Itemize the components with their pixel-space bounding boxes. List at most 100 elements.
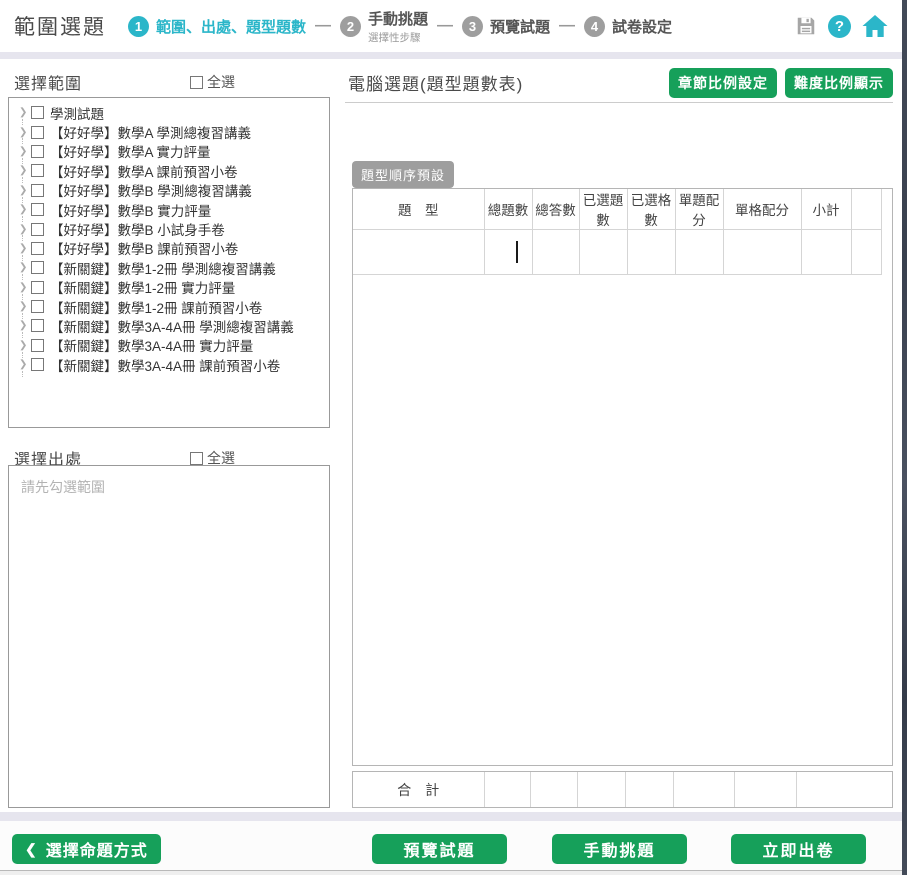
item-label: 【好好學】數學B 學測總複習講義 [50,180,252,200]
item-checkbox[interactable] [31,261,44,274]
expand-chevron-icon[interactable]: ❯ [19,320,31,331]
item-checkbox[interactable] [31,319,44,332]
back-button-label: 選擇命題方式 [46,837,148,861]
tree-item[interactable]: ❯ 【好好學】數學B 小試身手卷 [9,219,329,238]
item-label: 【新關鍵】數學1-2冊 學測總複習講義 [50,258,276,278]
item-checkbox[interactable] [31,281,44,294]
tree-item[interactable]: ❯ 【好好學】數學A 課前預習小卷 [9,161,329,180]
question-type-table: 題 型總題數總答數已選題數已選格數單題配分單格配分小計 [353,189,882,275]
tree-item[interactable]: ❯ 學測試題 [9,103,329,122]
data-cell-question-type[interactable] [353,230,484,275]
step-nav: 1 範圍、出處、題型題數 — 2 手動挑題 選擇性步驟 — 3 預覽試題 — 4… [128,8,672,45]
tree-item[interactable]: ❯ 【新關鍵】數學1-2冊 實力評量 [9,278,329,297]
expand-chevron-icon[interactable]: ❯ [19,301,31,312]
home-icon[interactable] [862,14,888,38]
header-icon-group: ? [795,14,888,38]
step-4-paper-settings[interactable]: 4 試卷設定 [584,16,672,37]
range-select-all[interactable]: 全選 [190,72,235,92]
expand-chevron-icon[interactable]: ❯ [19,224,31,235]
data-cell-points-per-question[interactable] [675,230,723,275]
back-chevron-icon: ❮ [25,841,38,858]
preview-questions-button[interactable]: 預覽試題 [372,834,507,864]
step-2-manual-pick[interactable]: 2 手動挑題 選擇性步驟 [340,8,428,45]
tree-item[interactable]: ❯ 【好好學】數學B 課前預習小卷 [9,239,329,258]
step-4-label: 試卷設定 [612,16,672,37]
item-checkbox[interactable] [31,300,44,313]
item-checkbox[interactable] [31,106,44,119]
data-cell-selected-blanks[interactable] [627,230,675,275]
step-1-range[interactable]: 1 範圍、出處、題型題數 [128,16,306,37]
data-cell-selected-questions[interactable] [579,230,627,275]
step-3-preview[interactable]: 3 預覽試題 [462,16,550,37]
item-label: 【新關鍵】數學3A-4A冊 實力評量 [50,335,253,355]
total-row: 合 計 [353,772,892,807]
source-placeholder-text: 請先勾選範圍 [9,466,329,508]
range-list-panel: ❯ 學測試題 ❯ 【好好學】數學A 學測總複習講義 ❯ 【好好學】數學A 實力評… [8,97,330,428]
create-exam-button[interactable]: 立即出卷 [731,834,866,864]
computer-selection-title: 電腦選題(題型題數表) [348,70,523,95]
total-cell [673,772,734,807]
tree-item[interactable]: ❯ 【好好學】數學A 實力評量 [9,142,329,161]
table-header-cell: 總答數 [532,189,579,230]
data-cell-total-answers[interactable] [532,230,579,275]
tree-item[interactable]: ❯ 【新關鍵】數學3A-4A冊 實力評量 [9,336,329,355]
range-select-all-checkbox[interactable] [190,76,203,89]
total-row-panel: 合 計 [352,771,893,808]
tree-item[interactable]: ❯ 【好好學】數學A 學測總複習講義 [9,122,329,141]
item-label: 【新關鍵】數學3A-4A冊 課前預習小卷 [50,355,280,375]
expand-chevron-icon[interactable]: ❯ [19,243,31,254]
table-header-cell: 已選格數 [627,189,675,230]
page-title: 範圍選題 [14,11,106,41]
item-checkbox[interactable] [31,184,44,197]
table-header-cell: 單題配分 [675,189,723,230]
difficulty-ratio-button[interactable]: 難度比例顯示 [785,68,893,98]
step-divider: — [315,17,331,35]
item-checkbox[interactable] [31,242,44,255]
expand-chevron-icon[interactable]: ❯ [19,185,31,196]
tree-item[interactable]: ❯ 【新關鍵】數學3A-4A冊 課前預習小卷 [9,355,329,374]
bottom-edge [0,871,902,875]
data-cell-total-questions[interactable] [484,230,532,275]
top-header: 範圍選題 1 範圍、出處、題型題數 — 2 手動挑題 選擇性步驟 — 3 預覽試… [0,0,902,52]
tree-item[interactable]: ❯ 【新關鍵】數學1-2冊 課前預習小卷 [9,297,329,316]
item-checkbox[interactable] [31,358,44,371]
tree-item[interactable]: ❯ 【新關鍵】數學1-2冊 學測總複習講義 [9,258,329,277]
back-to-method-button[interactable]: ❮ 選擇命題方式 [12,834,161,864]
item-checkbox[interactable] [31,126,44,139]
data-cell-points-per-blank[interactable] [723,230,801,275]
source-select-all-checkbox[interactable] [190,452,203,465]
expand-chevron-icon[interactable]: ❯ [19,262,31,273]
item-checkbox[interactable] [31,164,44,177]
chapter-ratio-button[interactable]: 章節比例設定 [669,68,777,98]
help-icon[interactable]: ? [828,15,851,38]
table-header-row: 題 型總題數總答數已選題數已選格數單題配分單格配分小計 [353,189,881,230]
expand-chevron-icon[interactable]: ❯ [19,127,31,138]
total-cell [530,772,577,807]
expand-chevron-icon[interactable]: ❯ [19,204,31,215]
range-heading: 選擇範圍 [14,70,82,94]
item-checkbox[interactable] [31,223,44,236]
right-panel-divider [345,102,893,103]
item-checkbox[interactable] [31,203,44,216]
save-icon[interactable] [795,15,817,37]
tree-item[interactable]: ❯ 【好好學】數學B 實力評量 [9,200,329,219]
item-label: 【新關鍵】數學1-2冊 課前預習小卷 [50,297,262,317]
item-checkbox[interactable] [31,339,44,352]
item-checkbox[interactable] [31,145,44,158]
tree-item[interactable]: ❯ 【新關鍵】數學3A-4A冊 學測總複習講義 [9,316,329,335]
table-header-cell: 小計 [801,189,851,230]
expand-chevron-icon[interactable]: ❯ [19,282,31,293]
expand-chevron-icon[interactable]: ❯ [19,359,31,370]
question-type-order-preset-button[interactable]: 題型順序預設 [352,161,454,188]
expand-chevron-icon[interactable]: ❯ [19,107,31,118]
step-1-label: 範圍、出處、題型題數 [156,16,306,37]
text-caret [516,241,518,263]
expand-chevron-icon[interactable]: ❯ [19,340,31,351]
step-2-number: 2 [340,16,361,37]
manual-pick-button[interactable]: 手動挑題 [552,834,687,864]
tree-item[interactable]: ❯ 【好好學】數學B 學測總複習講義 [9,181,329,200]
table-header-cell: 已選題數 [579,189,627,230]
data-cell-subtotal[interactable] [801,230,851,275]
expand-chevron-icon[interactable]: ❯ [19,146,31,157]
expand-chevron-icon[interactable]: ❯ [19,165,31,176]
